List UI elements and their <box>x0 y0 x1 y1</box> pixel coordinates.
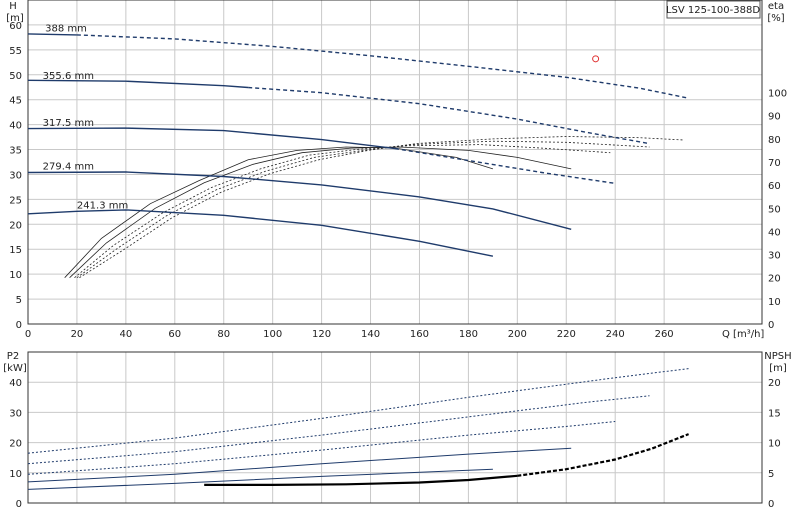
duty-point-marker <box>592 55 600 63</box>
h-tick-label: 35 <box>9 146 22 157</box>
x-tick-label: 100 <box>263 329 282 340</box>
x-tick-label: 200 <box>508 329 527 340</box>
efficiency-curve <box>64 146 494 278</box>
p2-tick-label: 10 <box>9 469 22 480</box>
x-tick-label: 140 <box>361 329 380 340</box>
power-curve <box>27 468 493 490</box>
p2-axis-unit: [kW] <box>3 363 27 374</box>
eta-tick-label: 70 <box>768 158 781 169</box>
x-tick-label: 80 <box>217 329 230 340</box>
eta-tick-label: 100 <box>768 89 787 100</box>
model-label: LSV 125-100-388D <box>666 5 760 16</box>
impeller-diameter-label: 388 mm <box>45 23 87 34</box>
bottom-grid <box>27 352 762 504</box>
h-tick-label: 0 <box>16 320 22 331</box>
eta-axis-unit: [%] <box>767 13 784 24</box>
x-tick-label: 60 <box>168 329 181 340</box>
eta-tick-label: 20 <box>768 274 781 285</box>
head-curve-dashed <box>248 86 650 145</box>
h-tick-label: 15 <box>9 245 22 256</box>
h-tick-label: 20 <box>9 220 22 231</box>
x-tick-label: 20 <box>71 329 84 340</box>
eta-axis-title: eta <box>768 1 784 12</box>
eta-tick-label: 40 <box>768 227 781 238</box>
h-tick-label: 50 <box>9 71 22 82</box>
h-axis-unit: [m] <box>6 13 24 24</box>
x-tick-label: 180 <box>459 329 478 340</box>
eta-tick-label: 10 <box>768 297 781 308</box>
p2-tick-label: 40 <box>9 378 22 389</box>
npsh-tick-label: 15 <box>768 408 781 419</box>
h-tick-label: 55 <box>9 46 22 57</box>
npsh-curve-solid <box>204 474 518 486</box>
top-plot-frame <box>27 0 763 325</box>
h-tick-label: 10 <box>9 270 22 281</box>
npsh-axis-title: NPSH <box>764 351 791 362</box>
model-label-box: LSV 125-100-388D <box>666 0 761 19</box>
power-curve <box>27 447 572 483</box>
chart-svg: 0 20 40 60 80 100 120 140 160 180 200 220 240 2600510… <box>3 0 792 510</box>
power-curve <box>27 395 650 465</box>
npsh-tick-label: 20 <box>768 378 781 389</box>
x-tick-label: 160 <box>410 329 429 340</box>
x-tick-label: 240 <box>606 329 625 340</box>
x-tick-label: 120 <box>312 329 331 340</box>
npsh-curve-dashed <box>517 433 690 477</box>
power-curve <box>27 368 689 454</box>
npsh-axis-unit: [m] <box>769 363 787 374</box>
impeller-diameter-label: 241.3 mm <box>77 200 128 211</box>
bottom-plot-frame <box>27 351 763 504</box>
eta-tick-label: 0 <box>768 320 774 331</box>
h-tick-label: 30 <box>9 170 22 181</box>
efficiency-curve <box>69 146 572 278</box>
top-grid <box>27 0 762 325</box>
head-curve-dashed <box>394 147 616 185</box>
npsh-tick-label: 5 <box>768 469 774 480</box>
x-axis-label: Q [m³/h] <box>722 329 764 340</box>
eta-tick-label: 50 <box>768 204 781 215</box>
x-tick-label: 0 <box>25 329 31 340</box>
h-tick-label: 25 <box>9 195 22 206</box>
p2-tick-label: 30 <box>9 408 22 419</box>
eta-tick-label: 60 <box>768 181 781 192</box>
p2-tick-label: 20 <box>9 439 22 450</box>
pump-performance-chart: 0 20 40 60 80 100 120 140 160 180 200 220 240 260 0 5 10… <box>0 0 800 520</box>
h-tick-label: 45 <box>9 96 22 107</box>
h-tick-label: 5 <box>16 295 22 306</box>
p2-tick-label: 0 <box>16 499 22 510</box>
head-curve-dashed <box>76 34 689 99</box>
eta-tick-label: 80 <box>768 135 781 146</box>
p2-axis-title: P2 <box>7 351 19 362</box>
npsh-tick-label: 10 <box>768 439 781 450</box>
impeller-diameter-label: 317.5 mm <box>43 118 94 129</box>
power-npsh-chart: 0 10 20 30 40 0 5 10 15 20 P2[kW] NPSH[m] <box>3 351 791 510</box>
x-tick-label: 220 <box>557 329 576 340</box>
impeller-diameter-label: 279.4 mm <box>43 161 94 172</box>
npsh-tick-label: 0 <box>768 499 774 510</box>
x-tick-label: 40 <box>119 329 132 340</box>
h-tick-label: 40 <box>9 121 22 132</box>
efficiency-curve <box>76 140 650 279</box>
efficiency-curve <box>79 136 684 279</box>
eta-tick-label: 90 <box>768 112 781 123</box>
impeller-diameter-label: 355.6 mm <box>43 71 94 82</box>
x-tick-label: 260 <box>655 329 674 340</box>
h-axis-title: H <box>9 1 17 12</box>
head-curve-solid <box>27 127 396 150</box>
head-efficiency-chart: 0 20 40 60 80 100 120 140 160 180 200 220 240 2600510… <box>6 0 787 340</box>
eta-tick-label: 30 <box>768 251 781 262</box>
